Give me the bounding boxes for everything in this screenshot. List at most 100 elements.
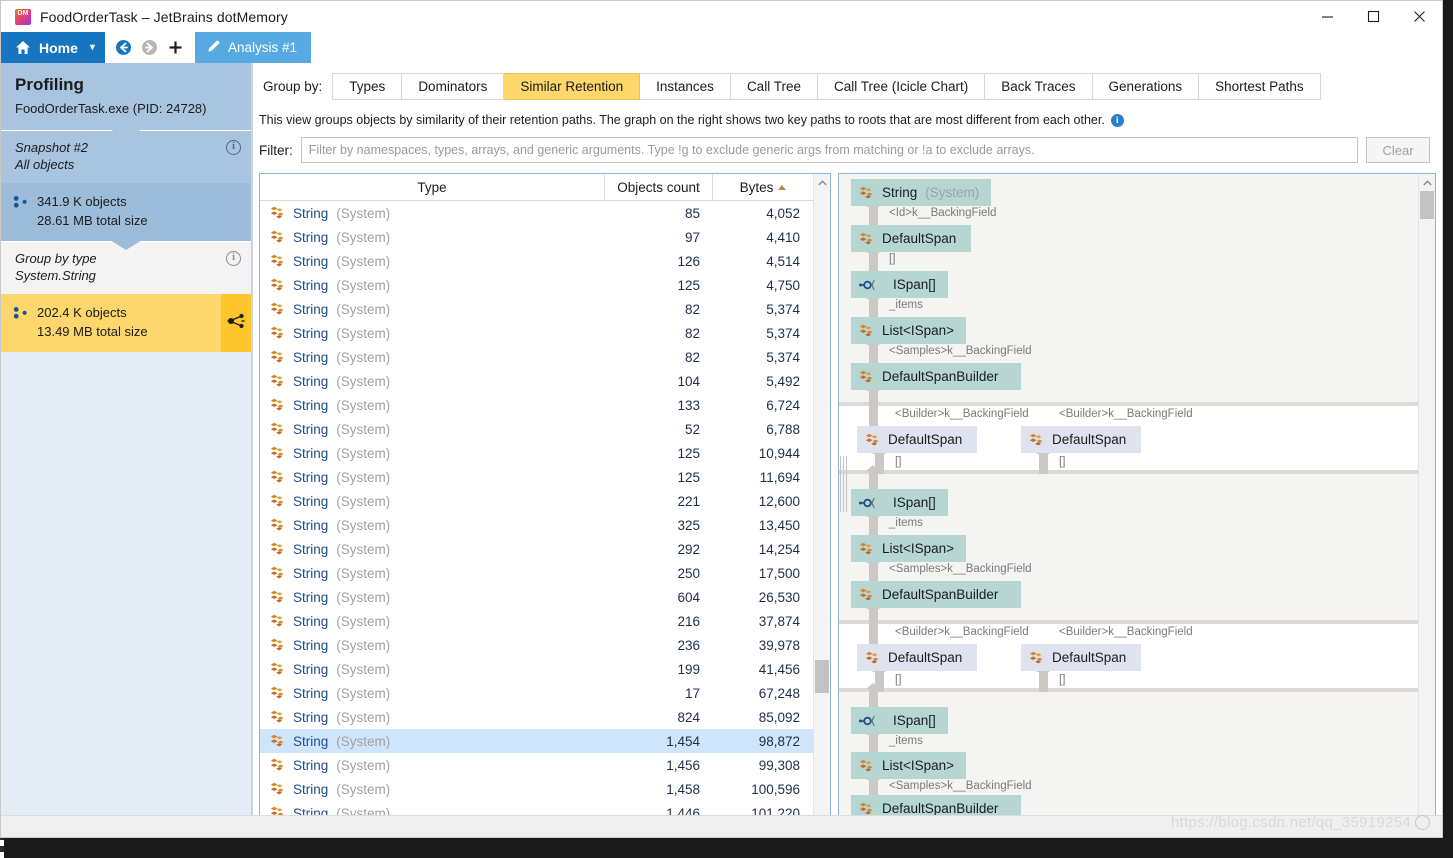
table-cell-type-name: String	[293, 229, 329, 245]
table-row[interactable]: String (System) 82 5,374	[260, 297, 813, 321]
search-input[interactable]	[300, 137, 1358, 163]
table-row[interactable]: String (System) 85 4,052	[260, 201, 813, 225]
table-row[interactable]: String (System) 125 11,694	[260, 465, 813, 489]
sidebar-group-objects: 202.4 K objects	[37, 305, 127, 320]
table-row[interactable]: String (System) 52 6,788	[260, 417, 813, 441]
graph-node-label: DefaultSpan	[1052, 432, 1127, 447]
graph-node[interactable]: String (System)	[851, 179, 992, 206]
table-scrollbar-thumb[interactable]	[815, 660, 829, 693]
table-cell-type-name: String	[293, 205, 329, 221]
tab-types[interactable]: Types	[332, 72, 403, 100]
table-row[interactable]: String (System) 1,454 98,872	[260, 729, 813, 753]
share-button[interactable]	[221, 294, 251, 352]
table-row[interactable]: String (System) 216 37,874	[260, 609, 813, 633]
sidebar-snapshot-stats[interactable]: 341.9 K objects 28.61 MB total size	[1, 183, 251, 250]
info-icon[interactable]: i	[1110, 113, 1124, 127]
tab-instances[interactable]: Instances	[640, 72, 731, 100]
graph-edge-arrow	[866, 511, 880, 535]
class-icon	[270, 326, 285, 340]
class-icon	[270, 614, 285, 628]
table-cell-type: String (System)	[260, 254, 605, 269]
column-header-type[interactable]: Type	[260, 174, 605, 200]
table-row[interactable]: String (System) 824 85,092	[260, 705, 813, 729]
column-header-objects-count[interactable]: Objects count	[605, 174, 713, 200]
tab-dominators[interactable]: Dominators	[402, 72, 505, 100]
table-cell-type-name: String	[293, 421, 329, 437]
graph-node[interactable]: List<ISpan>	[851, 752, 967, 779]
table-row[interactable]: String (System) 97 4,410	[260, 225, 813, 249]
table-row[interactable]: String (System) 82 5,374	[260, 321, 813, 345]
graph-edge-arrow	[866, 683, 880, 707]
sidebar-group-stats[interactable]: 202.4 K objects 13.49 MB total size	[1, 294, 251, 352]
table-row[interactable]: String (System) 221 12,600	[260, 489, 813, 513]
table-row[interactable]: String (System) 292 14,254	[260, 537, 813, 561]
chevron-down-icon[interactable]: ▾	[86, 42, 95, 53]
graph-node-label: ISpan[]	[893, 713, 936, 728]
table-cell-bytes: 85,092	[758, 709, 800, 725]
table-cell-type-name: String	[293, 781, 329, 797]
table-row[interactable]: String (System) 126 4,514	[260, 249, 813, 273]
tab-shortest-paths[interactable]: Shortest Paths	[1199, 72, 1321, 100]
table-row[interactable]: String (System) 199 41,456	[260, 657, 813, 681]
tab-analysis-1[interactable]: Analysis #1	[194, 32, 311, 63]
info-icon[interactable]: i	[226, 140, 241, 155]
graph-node[interactable]: DefaultSpan	[857, 426, 977, 453]
table-row[interactable]: String (System) 250 17,500	[260, 561, 813, 585]
table-row[interactable]: String (System) 104 5,492	[260, 369, 813, 393]
table-row[interactable]: String (System) 1,458 100,596	[260, 777, 813, 801]
graph-node[interactable]: List<ISpan>	[851, 535, 967, 562]
table-row[interactable]: String (System) 1,456 99,308	[260, 753, 813, 777]
table-row[interactable]: String (System) 133 6,724	[260, 393, 813, 417]
window-title: FoodOrderTask – JetBrains dotMemory	[40, 8, 288, 25]
home-button[interactable]: Home ▾	[1, 32, 105, 63]
graph-node[interactable]: DefaultSpan	[1021, 426, 1141, 453]
graph-node[interactable]: DefaultSpan	[857, 644, 977, 671]
close-icon[interactable]	[1396, 1, 1442, 32]
graph-edge-label: []	[895, 674, 902, 686]
table-row[interactable]: String (System) 125 10,944	[260, 441, 813, 465]
sidebar-process: FoodOrderTask.exe (PID: 24728)	[15, 101, 207, 116]
graph-node[interactable]: List<ISpan>	[851, 317, 967, 344]
table-row[interactable]: String (System) 604 26,530	[260, 585, 813, 609]
table-cell-bytes: 6,724	[766, 397, 800, 413]
chevron-up-icon[interactable]	[1419, 174, 1435, 191]
table-row[interactable]: String (System) 82 5,374	[260, 345, 813, 369]
graph-splitter-handle[interactable]	[839, 454, 848, 514]
table-scrollbar[interactable]	[813, 174, 830, 833]
maximize-icon[interactable]	[1350, 1, 1396, 32]
graph-node[interactable]: DefaultSpanBuilder	[851, 363, 1021, 390]
graph-edge-label: []	[1059, 674, 1066, 686]
forward-arrow-icon[interactable]	[137, 32, 163, 63]
table-cell-bytes: 39,978	[758, 637, 800, 653]
table-row[interactable]: String (System) 17 67,248	[260, 681, 813, 705]
table-cell-type-name: String	[293, 637, 329, 653]
graph-node[interactable]: ISpan[]	[851, 271, 948, 298]
table-cell-type-namespace: (System)	[336, 445, 391, 461]
graph-scrollbar-thumb[interactable]	[1420, 191, 1434, 219]
graph-node[interactable]: DefaultSpan	[1021, 644, 1141, 671]
tab-back-traces[interactable]: Back Traces	[985, 72, 1093, 100]
chevron-up-icon[interactable]	[814, 174, 830, 191]
table-row[interactable]: String (System) 236 39,978	[260, 633, 813, 657]
plus-icon[interactable]	[163, 32, 189, 63]
table-cell-objects-count: 1,458	[666, 781, 700, 797]
table-cell-type: String (System)	[260, 302, 605, 317]
table-row[interactable]: String (System) 325 13,450	[260, 513, 813, 537]
table-row[interactable]: String (System) 125 4,750	[260, 273, 813, 297]
back-arrow-icon[interactable]	[111, 32, 137, 63]
tab-similar-retention[interactable]: Similar Retention	[504, 72, 641, 100]
retention-graph-canvas[interactable]: <Id>k__BackingField [] _items <Samples>k__B…	[839, 174, 1418, 833]
graph-node[interactable]: DefaultSpan	[851, 225, 971, 252]
tab-generations[interactable]: Generations	[1092, 72, 1200, 100]
graph-node[interactable]: ISpan[]	[851, 707, 948, 734]
column-header-bytes[interactable]: Bytes	[713, 174, 813, 200]
tab-call-tree[interactable]: Call Tree	[730, 72, 818, 100]
tab-call-tree-icicle-chart[interactable]: Call Tree (Icicle Chart)	[817, 72, 986, 100]
graph-scrollbar[interactable]	[1418, 174, 1435, 833]
clear-button[interactable]: Clear	[1366, 137, 1430, 163]
table-cell-bytes: 13,450	[758, 517, 800, 533]
minimize-icon[interactable]	[1304, 1, 1350, 32]
graph-node[interactable]: DefaultSpanBuilder	[851, 581, 1021, 608]
info-icon[interactable]: i	[226, 251, 241, 266]
graph-node[interactable]: ISpan[]	[851, 489, 948, 516]
